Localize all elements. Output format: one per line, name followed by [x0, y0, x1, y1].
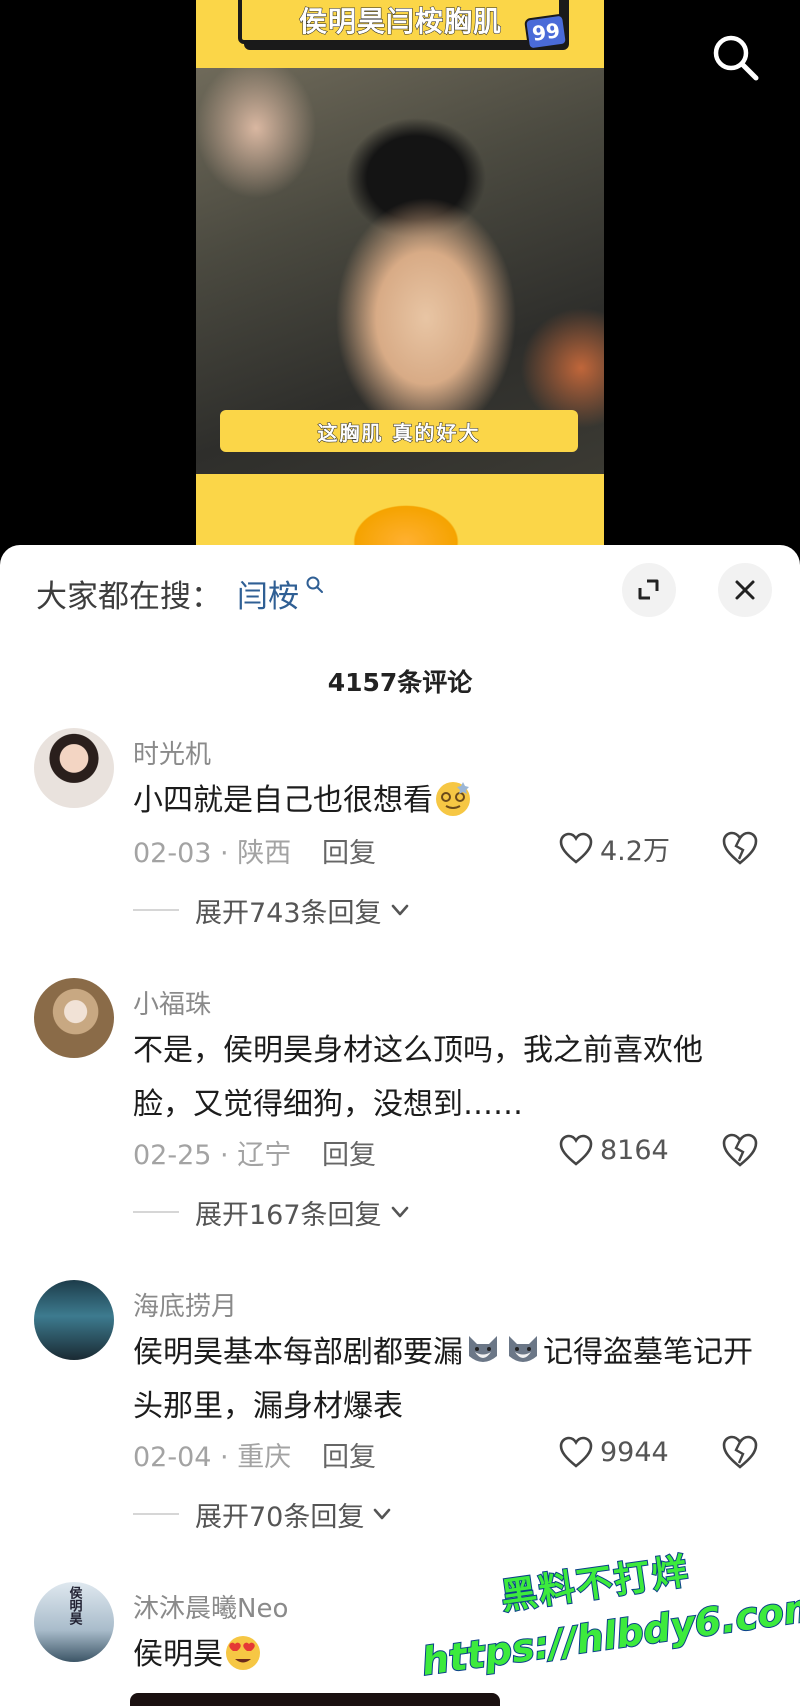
comment-username[interactable]: 海底捞月	[133, 1286, 237, 1323]
comment-text: 侯明昊基本每部剧都要漏 记得盗墓笔记开头那里，漏身材爆表	[133, 1326, 753, 1434]
comment-date-location: 02-03 · 陕西	[133, 838, 292, 869]
trending-label: 大家都在搜：	[36, 579, 222, 615]
expand-replies-label: 展开167条回复	[195, 1199, 382, 1231]
like-button[interactable]: 8164	[558, 1130, 669, 1170]
close-button[interactable]	[718, 563, 772, 617]
comment-sheet: 大家都在搜： 闫桉 4157条评论 时光机 小四就是自己也很想看 02-03 ·…	[0, 545, 800, 1706]
chevron-down-icon	[391, 904, 408, 916]
avatar[interactable]	[34, 728, 114, 808]
comment-text: 不是，侯明昊身材这么顶吗，我之前喜欢他脸，又觉得细狗，没想到……	[133, 1033, 703, 1122]
broken-heart-icon[interactable]	[720, 1130, 760, 1170]
avatar-text: 侯明昊	[66, 1586, 82, 1625]
comment-item: 时光机 小四就是自己也很想看 02-03 · 陕西 回复 4.2万 展开743条…	[0, 728, 800, 958]
video-caption: 这胸肌 真的好大	[220, 410, 578, 452]
search-small-icon	[306, 576, 323, 593]
video-frame: 侯明昊闫桉胸肌 99 这胸肌 真的好大	[196, 0, 604, 545]
video-title: 侯明昊闫桉胸肌	[298, 5, 502, 39]
video-title-box: 侯明昊闫桉胸肌	[238, 0, 563, 44]
fullscreen-button[interactable]	[622, 563, 676, 617]
sheet-header: 大家都在搜： 闫桉	[0, 545, 800, 635]
reply-button[interactable]: 回复	[322, 831, 376, 870]
search-button[interactable]	[708, 30, 764, 86]
wolf-emoji-icon	[509, 1336, 537, 1362]
heart-icon	[559, 1436, 593, 1468]
heart-icon	[559, 1134, 593, 1166]
reply-button[interactable]: 回复	[322, 1133, 376, 1172]
like-count: 8164	[600, 1134, 669, 1166]
video-player[interactable]: 侯明昊闫桉胸肌 99 这胸肌 真的好大	[0, 0, 800, 545]
divider-line	[133, 1211, 179, 1213]
comment-date-location: 02-25 · 辽宁	[133, 1140, 292, 1171]
comment-username[interactable]: 时光机	[133, 734, 211, 771]
expand-icon	[638, 579, 659, 600]
expand-replies-label: 展开743条回复	[195, 897, 382, 929]
avatar[interactable]	[34, 978, 114, 1058]
reply-button[interactable]: 回复	[322, 1435, 376, 1474]
heart-icon	[559, 832, 593, 864]
expand-replies-button[interactable]: 展开167条回复	[133, 1192, 412, 1232]
avatar[interactable]: 侯明昊	[34, 1582, 114, 1662]
like-button[interactable]: 4.2万	[558, 828, 670, 868]
dizzy-face-emoji-icon	[436, 782, 470, 816]
comment-text-body: 小四就是自己也很想看	[133, 783, 433, 818]
broken-heart-icon[interactable]	[720, 828, 760, 868]
close-icon	[735, 580, 755, 600]
comment-count: 4157条评论	[327, 668, 473, 697]
comment-text-part: 侯明昊基本每部剧都要漏	[133, 1335, 463, 1370]
search-icon	[713, 35, 759, 81]
video-badge: 99	[523, 13, 569, 51]
media-thumbnail[interactable]	[130, 1693, 500, 1706]
comment-item: 海底捞月 侯明昊基本每部剧都要漏 记得盗墓笔记开头那里，漏身材爆表 02-04 …	[0, 1280, 800, 1550]
like-count: 9944	[600, 1436, 669, 1468]
avatar[interactable]	[34, 1280, 114, 1360]
expand-replies-button[interactable]: 展开70条回复	[133, 1494, 394, 1534]
chevron-down-icon	[374, 1508, 391, 1520]
expand-replies-button[interactable]: 展开743条回复	[133, 890, 412, 930]
expand-replies-label: 展开70条回复	[195, 1501, 365, 1533]
broken-heart-icon[interactable]	[720, 1432, 760, 1472]
mascot-icon	[346, 500, 466, 545]
divider-line	[133, 1513, 179, 1515]
like-button[interactable]: 9944	[558, 1432, 669, 1472]
chevron-down-icon	[391, 1206, 408, 1218]
comment-text: 小四就是自己也很想看	[133, 774, 753, 828]
divider-line	[133, 909, 179, 911]
heart-eyes-emoji-icon	[226, 1636, 260, 1670]
comment-item: 小福珠 不是，侯明昊身材这么顶吗，我之前喜欢他脸，又觉得细狗，没想到…… 02-…	[0, 978, 800, 1248]
comment-username[interactable]: 小福珠	[133, 984, 211, 1021]
like-count: 4.2万	[600, 835, 670, 867]
wolf-emoji-icon	[469, 1336, 497, 1362]
comment-date-location: 02-04 · 重庆	[133, 1442, 292, 1473]
comment-username[interactable]: 沐沐晨曦Neo	[133, 1588, 288, 1625]
trending-search-link[interactable]: 闫桉	[237, 571, 299, 616]
comment-text-body: 侯明昊	[133, 1637, 223, 1672]
